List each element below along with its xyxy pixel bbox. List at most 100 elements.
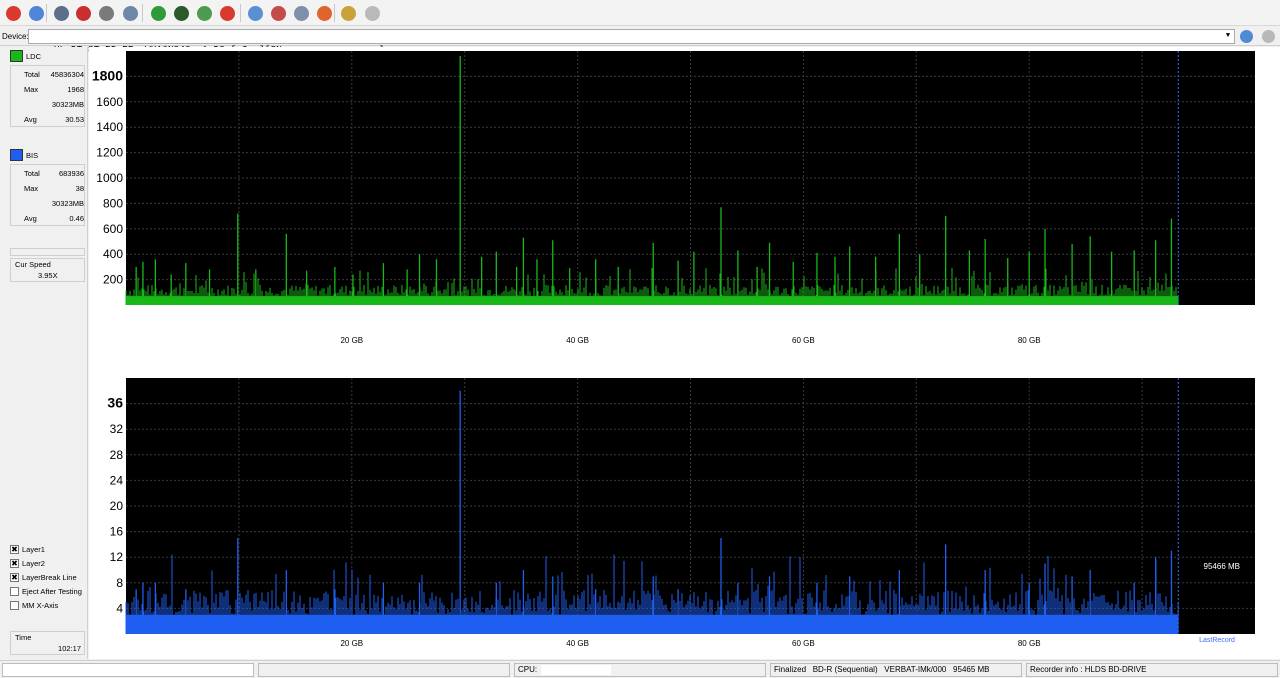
ldc-stats-box: Total 45836304 Max 1968 30323MB Avg 30.53: [10, 65, 85, 127]
ldc-avg-label: Avg: [24, 115, 37, 124]
toolbar-separator: [334, 4, 335, 22]
disc-red-button[interactable]: [73, 3, 93, 23]
option-layer1-label: Layer1: [22, 544, 45, 554]
last-record-label: LastRecord: [1199, 637, 1235, 644]
go-button[interactable]: [171, 3, 191, 23]
option-eject-after-testing[interactable]: Eject After Testing: [10, 585, 82, 597]
disc-type: BD-R (Sequential): [812, 665, 878, 674]
status-bar: CPU: Finalized BD-R (Sequential) VERBAT-…: [0, 660, 1280, 678]
hand-button[interactable]: [26, 3, 46, 23]
ldc-y-tick-label: 400: [103, 247, 123, 261]
bis-y-tick-label: 32: [110, 422, 124, 436]
time-box: Time 102:17: [10, 631, 85, 655]
ldc-max-label: Max: [24, 85, 39, 94]
bis-total-value: 683936: [58, 169, 84, 178]
ldc-x-tick-label: 60 GB: [792, 336, 815, 345]
toolbar: [0, 0, 1280, 26]
export-button[interactable]: [120, 3, 140, 23]
refresh-icon: [150, 5, 166, 21]
toolbar-separator: [46, 4, 47, 22]
eraser-button[interactable]: [96, 3, 116, 23]
device-bar: Device: HL-DT-ST BD-RE WH16NS48 1.D3 [ G…: [0, 27, 1280, 55]
disc-scan-button[interactable]: [268, 3, 288, 23]
refresh-button[interactable]: [148, 3, 168, 23]
speed-box: Cur Speed 3.95X: [10, 258, 85, 282]
option-layer1[interactable]: ✖ Layer1: [10, 543, 45, 555]
option-eject-after-testing-checkbox[interactable]: [10, 586, 19, 596]
drive-button[interactable]: [51, 3, 71, 23]
tool-button[interactable]: [362, 3, 382, 23]
option-layerbreak-line-label: LayerBreak Line: [22, 572, 77, 582]
ldc-y-tick-label: 1800: [92, 67, 123, 83]
ldc-y-tick-label: 1400: [96, 120, 123, 134]
chart-button[interactable]: [338, 3, 358, 23]
last-size-label: 95466 MB: [1204, 562, 1240, 571]
option-layer2-label: Layer2: [22, 558, 45, 568]
speed-label: Cur Speed: [15, 260, 51, 269]
bis-x-tick-label: 20 GB: [340, 639, 363, 648]
device-dropdown[interactable]: HL-DT-ST BD-RE WH16NS48 1.D3 [ G: ][SN: …: [28, 29, 1235, 55]
ldc-y-tick-label: 1000: [96, 171, 123, 185]
ldc-y-tick-label: 1600: [96, 95, 123, 109]
option-layerbreak-line[interactable]: ✖ LayerBreak Line: [10, 571, 77, 583]
bis-stats-box: Total 683936 Max 38 30323MB Avg 0.46: [10, 164, 85, 226]
ldc-x-tick-label: 20 GB: [340, 336, 363, 345]
stop-icon: [219, 5, 235, 21]
cpu-meter: [541, 665, 611, 675]
ldc-max-value: 1968: [67, 85, 84, 94]
export-icon: [122, 5, 138, 21]
power-icon: [5, 5, 21, 21]
option-layerbreak-line-checkbox[interactable]: ✖: [10, 572, 19, 582]
hand-icon: [28, 5, 44, 21]
status-field-1: [2, 663, 254, 677]
option-eject-after-testing-label: Eject After Testing: [22, 586, 82, 596]
option-mm-x-axis-checkbox[interactable]: [10, 600, 19, 610]
disc-size: 95465 MB: [953, 665, 990, 674]
bis-y-tick-label: 4: [116, 601, 123, 615]
disc-blue-icon: [247, 5, 263, 21]
disc-info-icon: [196, 5, 212, 21]
stop-button[interactable]: [217, 3, 237, 23]
bis-y-tick-label: 8: [116, 576, 123, 590]
left-panel: LDC Total 45836304 Max 1968 30323MB Avg 30.…: [0, 47, 88, 659]
ldc-total-label: Total: [24, 70, 40, 79]
option-layer2-checkbox[interactable]: ✖: [10, 558, 19, 568]
bis-y-tick-label: 12: [110, 550, 124, 564]
bis-x-tick-label: 60 GB: [792, 639, 815, 648]
disc-blue-button[interactable]: [245, 3, 265, 23]
power-button[interactable]: [3, 3, 23, 23]
ldc-y-tick-label: 1200: [96, 146, 123, 160]
option-layer1-checkbox[interactable]: ✖: [10, 544, 19, 554]
ldc-size-value: 30323MB: [51, 100, 84, 109]
cpu-label: CPU:: [518, 665, 538, 674]
bis-y-tick-label: 20: [110, 499, 124, 513]
cpu-field: CPU:: [514, 663, 766, 677]
eraser-icon: [98, 5, 114, 21]
bis-y-tick-label: 24: [110, 473, 124, 487]
toolbar-separator: [240, 4, 241, 22]
bis-max-label: Max: [24, 184, 39, 193]
ldc-x-tick-label: 80 GB: [1018, 336, 1041, 345]
bis-y-tick-label: 28: [110, 448, 124, 462]
toolbar-separator: [142, 4, 143, 22]
time-value: 102:17: [58, 644, 81, 653]
disc-check-button[interactable]: [291, 3, 311, 23]
ldc-legend-label: LDC: [26, 52, 42, 61]
ldc-total-value: 45836304: [50, 70, 84, 79]
drive-icon: [53, 5, 69, 21]
ldc-y-tick-label: 600: [103, 222, 123, 236]
go-icon: [173, 5, 189, 21]
chevron-down-icon[interactable]: ▼: [1223, 30, 1233, 43]
disc-fire-button[interactable]: [314, 3, 334, 23]
option-mm-x-axis[interactable]: MM X-Axis: [10, 599, 58, 611]
chart-area: 1800 1600 1400 1200 1000 800 600 400 200 20 GB 40 …: [89, 47, 1280, 659]
disc-info-button[interactable]: [194, 3, 214, 23]
bis-avg-label: Avg: [24, 214, 37, 223]
disc-info-field: Finalized BD-R (Sequential) VERBAT-IMk/0…: [770, 663, 1022, 677]
ldc-y-tick-label: 800: [103, 196, 123, 210]
camera-icon[interactable]: [1262, 30, 1275, 43]
option-layer2[interactable]: ✖ Layer2: [10, 557, 45, 569]
ldc-avg-value: 30.53: [65, 115, 84, 124]
option-mm-x-axis-label: MM X-Axis: [22, 600, 59, 610]
arrow-left-icon[interactable]: [1240, 30, 1253, 43]
